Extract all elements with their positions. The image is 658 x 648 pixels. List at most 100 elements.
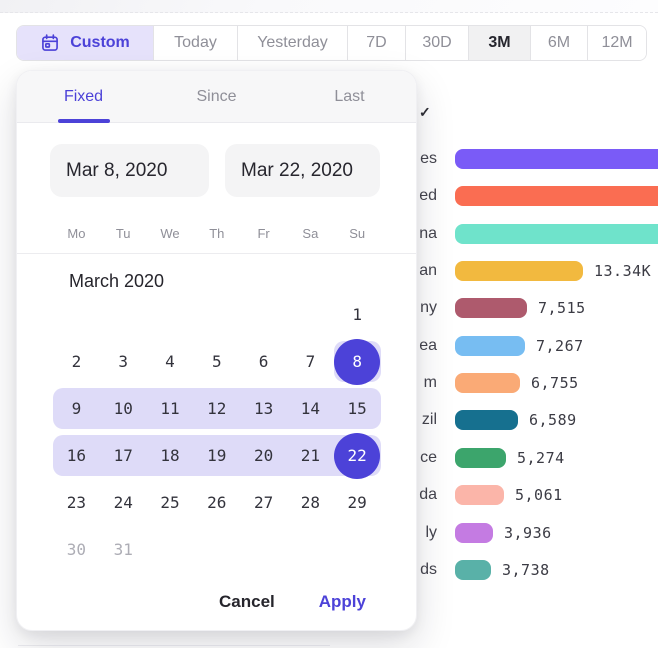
weekday-label: Th — [193, 226, 240, 241]
active-tab-underline — [58, 119, 110, 123]
day-1[interactable]: 1 — [334, 291, 381, 338]
country-label-fragment: ce — [420, 448, 437, 468]
day-15[interactable]: 15 — [334, 385, 381, 432]
check-icon: ✓ — [419, 104, 431, 121]
day-number: 4 — [165, 352, 175, 371]
weekday-label: Tu — [100, 226, 147, 241]
country-label-fragment: na — [419, 224, 437, 244]
day-number: 20 — [254, 446, 273, 465]
day-number: 16 — [67, 446, 86, 465]
weekday-label: Sa — [287, 226, 334, 241]
apply-button[interactable]: Apply — [319, 592, 366, 612]
day-number: 5 — [212, 352, 222, 371]
range-preset-6m[interactable]: 6M — [530, 26, 587, 60]
top-card-edge — [0, 0, 658, 13]
day-empty — [240, 526, 287, 573]
day-14[interactable]: 14 — [287, 385, 334, 432]
day-empty — [193, 526, 240, 573]
day-number: 3 — [118, 352, 128, 371]
bar — [455, 186, 658, 206]
end-date-input[interactable]: Mar 22, 2020 — [225, 144, 380, 197]
weekday-label: Mo — [53, 226, 100, 241]
cancel-button[interactable]: Cancel — [219, 592, 275, 612]
day-3[interactable]: 3 — [100, 338, 147, 385]
weekday-label: Fr — [240, 226, 287, 241]
tab-fixed[interactable]: Fixed — [17, 71, 150, 122]
start-date-input[interactable]: Mar 8, 2020 — [50, 144, 209, 197]
day-empty — [100, 291, 147, 338]
bar-value: 7,515 — [538, 300, 586, 317]
day-24[interactable]: 24 — [100, 479, 147, 526]
tab-since[interactable]: Since — [150, 71, 283, 122]
country-label-fragment: an — [419, 261, 437, 281]
bar — [455, 485, 504, 505]
day-4[interactable]: 4 — [147, 338, 194, 385]
day-number: 29 — [348, 493, 367, 512]
calendar-grid: 1234567891011121314151617181920212223242… — [53, 291, 381, 573]
range-preset-today[interactable]: Today — [153, 26, 237, 60]
day-number: 18 — [160, 446, 179, 465]
day-number: 15 — [348, 399, 367, 418]
day-28[interactable]: 28 — [287, 479, 334, 526]
day-21[interactable]: 21 — [287, 432, 334, 479]
range-preset-30d[interactable]: 30D — [405, 26, 468, 60]
day-number: 21 — [301, 446, 320, 465]
country-label-fragment: zil — [422, 410, 437, 430]
calendar-week-row: 16 17 18 19 20 21 22 — [53, 432, 381, 479]
day-9[interactable]: 9 — [53, 385, 100, 432]
day-19[interactable]: 19 — [193, 432, 240, 479]
day-17[interactable]: 17 — [100, 432, 147, 479]
day-29[interactable]: 29 — [334, 479, 381, 526]
day-number: 26 — [207, 493, 226, 512]
day-number: 23 — [67, 493, 86, 512]
calendar-week-row: 23 2425 26 2728 29 — [53, 479, 381, 526]
day-25[interactable]: 25 — [147, 479, 194, 526]
bar-value: 5,061 — [515, 487, 563, 504]
country-label-fragment: es — [420, 149, 437, 169]
day-11[interactable]: 11 — [147, 385, 194, 432]
day-31[interactable]: 31 — [100, 526, 147, 573]
range-preset-7d[interactable]: 7D — [347, 26, 405, 60]
day-23[interactable]: 23 — [53, 479, 100, 526]
day-18[interactable]: 18 — [147, 432, 194, 479]
divider — [18, 645, 330, 646]
day-number: 7 — [306, 352, 316, 371]
day-12[interactable]: 12 — [193, 385, 240, 432]
day-number: 8 — [352, 352, 362, 371]
day-5[interactable]: 5 — [193, 338, 240, 385]
bar — [455, 224, 658, 244]
day-16[interactable]: 16 — [53, 432, 100, 479]
day-8[interactable]: 8 — [334, 338, 381, 385]
day-number: 9 — [72, 399, 82, 418]
custom-range-button[interactable]: Custom — [17, 26, 153, 60]
bar-value: 13.34K — [594, 263, 651, 280]
day-10[interactable]: 10 — [100, 385, 147, 432]
day-30[interactable]: 30 — [53, 526, 100, 573]
mode-tabs: FixedSinceLast — [17, 71, 416, 123]
bar — [455, 298, 527, 318]
day-number: 12 — [207, 399, 226, 418]
day-7[interactable]: 7 — [287, 338, 334, 385]
calendar-icon — [40, 33, 60, 53]
page: esednaan13.34Kny7,515ea7,267m6,755zil6,5… — [0, 0, 658, 648]
day-13[interactable]: 13 — [240, 385, 287, 432]
day-2[interactable]: 2 — [53, 338, 100, 385]
day-22[interactable]: 22 — [334, 432, 381, 479]
day-26[interactable]: 26 — [193, 479, 240, 526]
range-preset-yesterday[interactable]: Yesterday — [237, 26, 347, 60]
day-empty — [147, 526, 194, 573]
day-number: 6 — [259, 352, 269, 371]
day-number: 19 — [207, 446, 226, 465]
bar — [455, 149, 658, 169]
day-6[interactable]: 6 — [240, 338, 287, 385]
country-label-fragment: ds — [420, 560, 437, 580]
country-label-fragment: ny — [420, 298, 437, 318]
range-preset-3m[interactable]: 3M — [468, 26, 530, 60]
custom-range-label: Custom — [70, 34, 130, 52]
bar-value: 6,755 — [531, 375, 579, 392]
range-preset-12m[interactable]: 12M — [587, 26, 646, 60]
day-27[interactable]: 27 — [240, 479, 287, 526]
tab-last[interactable]: Last — [283, 71, 416, 122]
bar-value: 7,267 — [536, 338, 584, 355]
day-20[interactable]: 20 — [240, 432, 287, 479]
